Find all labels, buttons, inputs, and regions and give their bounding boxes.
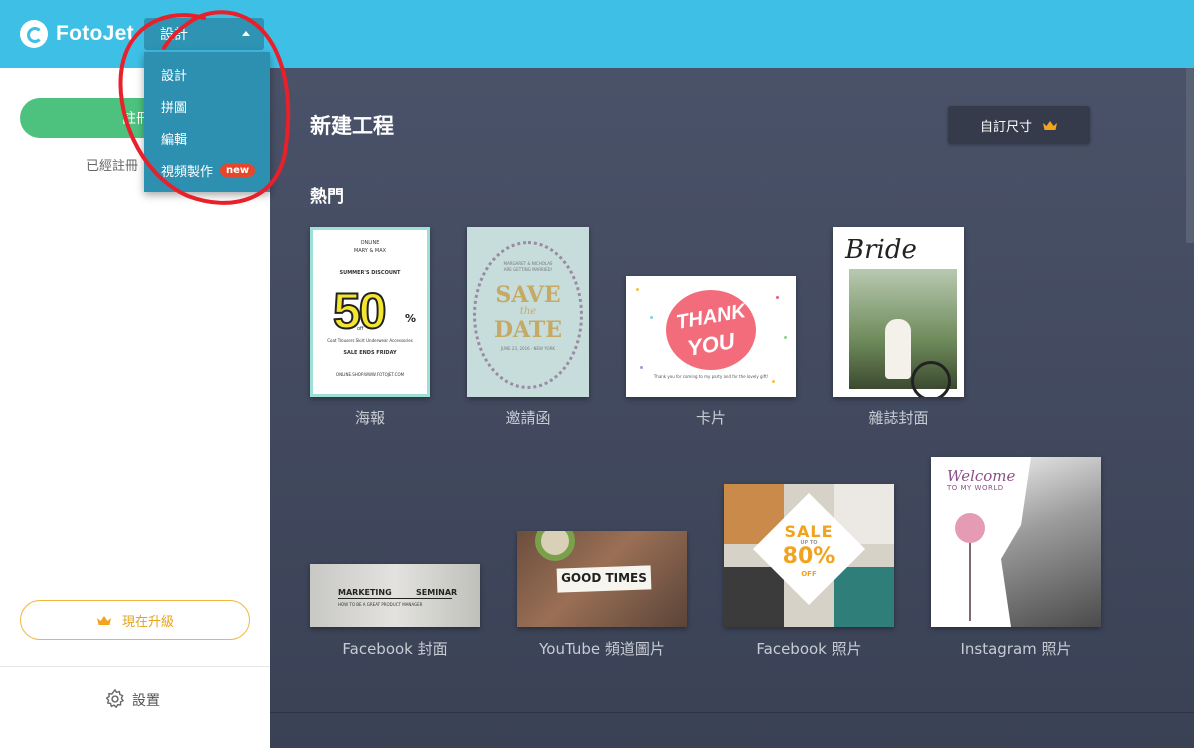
invite-text: MARGARET & NICHOLAS [503, 261, 553, 266]
card-note: Thank you for coming to my party and for… [653, 374, 769, 379]
invite-text: JUNE 23, 2016 · NEW YORK [500, 346, 556, 351]
settings-label: 設置 [132, 693, 160, 709]
already-registered-text[interactable]: 已經註冊 [86, 155, 138, 174]
template-card-card[interactable]: THANK YOU Thank you for coming to my par… [626, 276, 796, 427]
facebook-cover-thumbnail: MARKETING SEMINAR HOW TO BE A GREAT PROD… [310, 564, 480, 627]
poster-text: MARY & MAX [353, 248, 387, 254]
template-card-poster[interactable]: ONLINE MARY & MAX SUMMER'S DISCOUNT 50 %… [310, 227, 430, 427]
dropdown-item-label: 視頻製作 [161, 164, 214, 180]
portrait-photo [1001, 457, 1101, 627]
upgrade-label: 現在升級 [121, 614, 174, 630]
confetti-dot [776, 296, 779, 299]
confetti-dot [650, 316, 653, 319]
coffee-cup [535, 531, 575, 561]
instagram-thumbnail: Welcome TO MY WORLD [931, 457, 1101, 627]
magazine-title: Bride [845, 235, 917, 265]
invite-text: ARE GETTING MARRIED! [503, 267, 553, 272]
invite-date: DATE [493, 317, 563, 343]
dropdown-item-collage[interactable]: 拼圖 [144, 90, 270, 122]
fbcover-text: SEMINAR [416, 588, 458, 597]
page-title: 新建工程 [310, 114, 394, 138]
mode-select-value: 設計 [160, 27, 188, 43]
template-card-instagram[interactable]: Welcome TO MY WORLD Instagram 照片 [931, 457, 1101, 660]
template-card-youtube[interactable]: GOOD TIMES YouTube 頻道圖片 [517, 531, 687, 660]
invite-save: SAVE [495, 282, 561, 308]
divider [0, 666, 270, 667]
fbphoto-off: OFF [801, 570, 817, 578]
dress-shape [885, 319, 911, 379]
bicycle-wheel [911, 361, 951, 397]
template-caption: 雜誌封面 [868, 409, 929, 427]
poster-text: ONLINE.SHOP.WWW.FOTOJET.COM [335, 372, 405, 377]
flower-stem [969, 541, 971, 621]
template-caption: YouTube 頻道圖片 [539, 640, 665, 658]
instagram-welcome: Welcome [947, 467, 1016, 485]
template-caption: Facebook 照片 [756, 640, 862, 658]
template-caption: 海報 [354, 409, 385, 427]
fotojet-logo-icon [20, 20, 48, 48]
caret-up-icon [242, 31, 250, 36]
template-card-facebook-cover[interactable]: MARKETING SEMINAR HOW TO BE A GREAT PROD… [310, 564, 480, 660]
poster-text: Coat Trousers Skirt Underwear Accessorie… [327, 338, 413, 343]
fbcover-sub: HOW TO BE A GREAT PRODUCT MANAGER [338, 602, 423, 607]
confetti-dot [640, 366, 643, 369]
dropdown-item-label: 編輯 [161, 132, 188, 148]
new-badge: new [220, 163, 256, 177]
mode-dropdown-menu: 設計 拼圖 編輯 視頻製作 new [144, 52, 270, 192]
fbcover-text: MARKETING [338, 588, 392, 597]
card-thumbnail: THANK YOU Thank you for coming to my par… [626, 276, 796, 397]
confetti-dot [784, 336, 787, 339]
fbphoto-pct: 80% [782, 544, 836, 569]
poster-text: SUMMER'S DISCOUNT [339, 270, 401, 276]
fbphoto-sale: SALE [784, 522, 834, 541]
custom-size-label: 自訂尺寸 [979, 119, 1032, 135]
poster-text: ONLINE [360, 240, 380, 246]
template-caption: 卡片 [695, 409, 726, 427]
invite-the: the [519, 306, 537, 317]
upgrade-button[interactable]: 現在升級 [20, 600, 250, 640]
template-caption: 邀請函 [505, 409, 551, 427]
poster-percent: % [405, 312, 417, 325]
custom-size-button[interactable]: 自訂尺寸 [948, 106, 1090, 144]
invitation-thumbnail: MARGARET & NICHOLAS ARE GETTING MARRIED!… [467, 227, 589, 397]
dropdown-item-design[interactable]: 設計 [144, 58, 270, 90]
crown-icon [96, 615, 111, 625]
facebook-photo-thumbnail: SALE UP TO 80% OFF [724, 484, 894, 627]
gear-icon [105, 689, 124, 708]
scrollbar[interactable] [1186, 68, 1194, 243]
template-card-facebook-photo[interactable]: SALE UP TO 80% OFF Facebook 照片 [724, 484, 894, 660]
logo-text: FotoJet [56, 22, 134, 45]
divider [270, 712, 1194, 713]
youtube-thumbnail: GOOD TIMES [517, 531, 687, 627]
dropdown-item-label: 設計 [161, 68, 188, 84]
fbcover-rule [338, 598, 452, 599]
section-title-popular: 熱門 [310, 187, 344, 207]
fotojet-logo[interactable]: FotoJet [20, 20, 134, 48]
instagram-sub: TO MY WORLD [947, 484, 1004, 492]
flower [955, 513, 985, 543]
settings-link[interactable]: 設置 [104, 688, 160, 710]
crown-icon [1043, 120, 1057, 130]
template-caption: Instagram 照片 [960, 640, 1072, 658]
template-caption: Facebook 封面 [342, 640, 448, 658]
dropdown-item-label: 拼圖 [161, 100, 188, 116]
confetti-dot [636, 288, 639, 291]
confetti-dot [772, 380, 775, 383]
template-card-magazine[interactable]: Bride 雜誌封面 [833, 227, 964, 427]
magazine-photo [849, 269, 957, 397]
poster-text: SALE ENDS FRIDAY [343, 350, 397, 356]
mode-select[interactable]: 設計 [144, 18, 264, 50]
youtube-text: GOOD TIMES [561, 571, 647, 585]
magazine-thumbnail: Bride [833, 227, 964, 397]
dropdown-item-edit[interactable]: 編輯 [144, 122, 270, 154]
main-content: 新建工程 自訂尺寸 熱門 ONLINE MARY & MAX SUMMER'S … [270, 68, 1194, 748]
poster-text: off [357, 326, 364, 332]
poster-thumbnail: ONLINE MARY & MAX SUMMER'S DISCOUNT 50 %… [310, 227, 430, 397]
template-card-invitation[interactable]: MARGARET & NICHOLAS ARE GETTING MARRIED!… [467, 227, 589, 427]
dropdown-item-video[interactable]: 視頻製作 new [144, 154, 270, 186]
